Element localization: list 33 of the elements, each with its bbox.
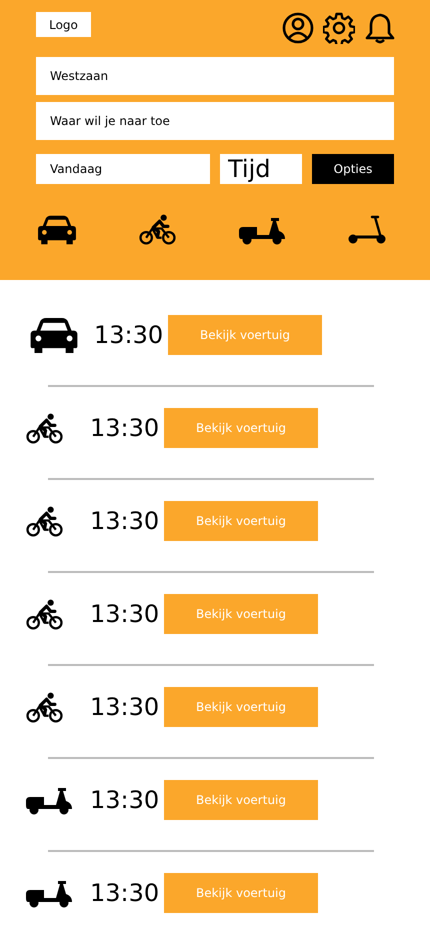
departure-time: 13:30 (89, 414, 160, 442)
departure-time: 13:30 (93, 321, 164, 349)
from-field[interactable]: Westzaan (36, 57, 394, 95)
destination-field[interactable]: Waar wil je naar toe (36, 102, 394, 140)
view-vehicle-button[interactable]: Bekijk voertuig (164, 501, 318, 541)
departure-time: 13:30 (89, 600, 160, 628)
bicycle-icon (26, 506, 63, 536)
bike-mode-button[interactable] (139, 214, 176, 245)
bicycle-icon (26, 412, 63, 444)
departure-time: 13:30 (89, 693, 160, 721)
view-vehicle-button[interactable]: Bekijk voertuig (164, 687, 318, 727)
bicycle-icon (26, 598, 63, 630)
kickscooter-mode-button[interactable] (348, 214, 386, 244)
logo[interactable]: Logo (36, 12, 91, 37)
departure-time: 13:30 (89, 786, 160, 814)
scooter-icon (26, 785, 72, 815)
view-vehicle-button[interactable]: Bekijk voertuig (168, 315, 322, 355)
car-icon (30, 316, 78, 354)
scooter-icon (26, 878, 72, 908)
settings-icon[interactable] (323, 12, 355, 44)
bicycle-icon (26, 692, 63, 722)
view-vehicle-button[interactable]: Bekijk voertuig (164, 780, 318, 820)
notification-icon[interactable] (364, 12, 396, 44)
view-vehicle-button[interactable]: Bekijk voertuig (164, 873, 318, 913)
car-mode-button[interactable] (38, 214, 76, 244)
date-field[interactable]: Vandaag (36, 154, 210, 184)
profile-icon[interactable] (282, 12, 314, 44)
view-vehicle-button[interactable]: Bekijk voertuig (164, 408, 318, 448)
departure-time: 13:30 (89, 507, 160, 535)
view-vehicle-button[interactable]: Bekijk voertuig (164, 594, 318, 634)
time-field[interactable]: Tijd (220, 154, 302, 184)
departure-time: 13:30 (89, 879, 160, 907)
options-button[interactable]: Opties (312, 154, 394, 184)
